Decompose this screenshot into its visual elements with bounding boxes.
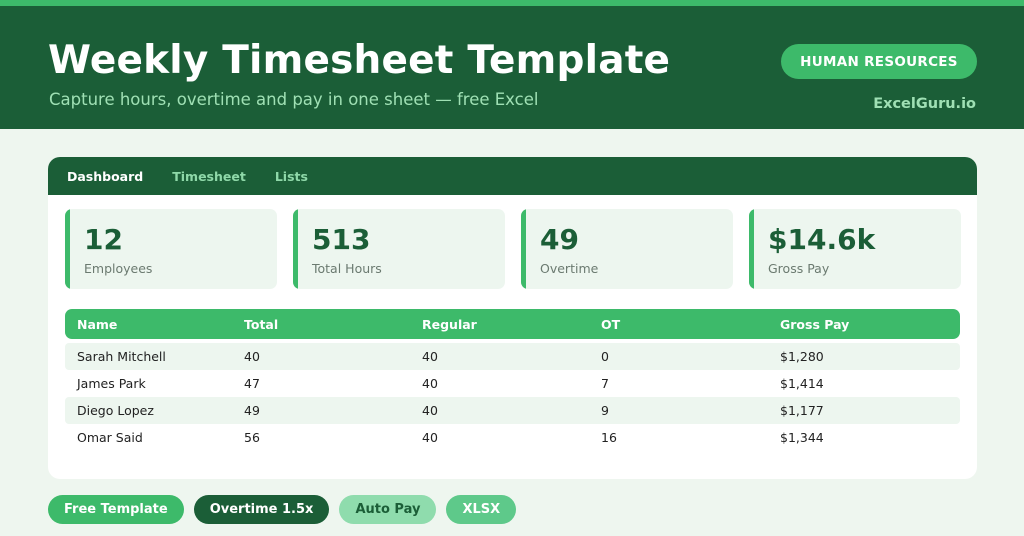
column-header-ot[interactable]: OT <box>601 317 780 332</box>
cell-name: Omar Said <box>77 430 143 445</box>
kpi-card-gross-pay: $14.6k Gross Pay <box>749 209 961 289</box>
tab-dashboard[interactable]: Dashboard <box>67 169 143 184</box>
kpi-label: Total Hours <box>312 261 382 276</box>
cell-regular: 40 <box>422 376 438 391</box>
department-badge: HUMAN RESOURCES <box>781 44 977 79</box>
kpi-label: Gross Pay <box>768 261 830 276</box>
cell-name: Diego Lopez <box>77 403 154 418</box>
cell-total: 40 <box>244 349 260 364</box>
kpi-card-overtime: 49 Overtime <box>521 209 733 289</box>
cell-name: James Park <box>77 376 146 391</box>
cell-name: Sarah Mitchell <box>77 349 166 364</box>
cell-gross-pay: $1,414 <box>780 376 824 391</box>
cell-ot: 16 <box>601 430 617 445</box>
column-header-gross-pay[interactable]: Gross Pay <box>780 317 960 332</box>
kpi-label: Overtime <box>540 261 599 276</box>
tab-lists[interactable]: Lists <box>275 169 308 184</box>
page-subtitle: Capture hours, overtime and pay in one s… <box>49 90 539 109</box>
kpi-accent-bar <box>65 209 70 289</box>
page-header: Weekly Timesheet Template Capture hours,… <box>0 6 1024 129</box>
cell-ot: 7 <box>601 376 609 391</box>
table-row[interactable]: Omar Said 56 40 16 $1,344 <box>65 424 960 451</box>
cell-gross-pay: $1,177 <box>780 403 824 418</box>
page-title: Weekly Timesheet Template <box>48 38 671 83</box>
cell-regular: 40 <box>422 349 438 364</box>
kpi-card-total-hours: 513 Total Hours <box>293 209 505 289</box>
kpi-accent-bar <box>749 209 754 289</box>
cell-total: 47 <box>244 376 260 391</box>
tag-auto-pay[interactable]: Auto Pay <box>339 495 437 524</box>
tag-row: Free Template Overtime 1.5x Auto Pay XLS… <box>48 495 526 524</box>
tag-free-template[interactable]: Free Template <box>48 495 184 524</box>
kpi-row: 12 Employees 513 Total Hours 49 Overtime… <box>65 209 961 289</box>
tag-xlsx[interactable]: XLSX <box>446 495 517 524</box>
cell-total: 49 <box>244 403 260 418</box>
cell-regular: 40 <box>422 430 438 445</box>
table-header-row: Name Total Regular OT Gross Pay <box>65 309 960 339</box>
table-row[interactable]: Diego Lopez 49 40 9 $1,177 <box>65 397 960 424</box>
column-header-total[interactable]: Total <box>244 317 422 332</box>
kpi-card-employees: 12 Employees <box>65 209 277 289</box>
column-header-regular[interactable]: Regular <box>422 317 601 332</box>
kpi-accent-bar <box>293 209 298 289</box>
kpi-value: 49 <box>540 223 579 256</box>
kpi-value: 513 <box>312 223 371 256</box>
sheet-tabs: Dashboard Timesheet Lists <box>48 157 977 195</box>
kpi-label: Employees <box>84 261 153 276</box>
tag-overtime[interactable]: Overtime 1.5x <box>193 495 330 524</box>
cell-regular: 40 <box>422 403 438 418</box>
column-header-name[interactable]: Name <box>65 317 244 332</box>
cell-total: 56 <box>244 430 260 445</box>
cell-gross-pay: $1,280 <box>780 349 824 364</box>
kpi-value: 12 <box>84 223 123 256</box>
timesheet-table: Name Total Regular OT Gross Pay Sarah Mi… <box>65 309 960 451</box>
cell-ot: 0 <box>601 349 609 364</box>
kpi-accent-bar <box>521 209 526 289</box>
cell-ot: 9 <box>601 403 609 418</box>
dashboard-card: Dashboard Timesheet Lists 12 Employees 5… <box>48 157 977 479</box>
site-name: ExcelGuru.io <box>873 96 976 112</box>
kpi-value: $14.6k <box>768 223 876 256</box>
tab-timesheet[interactable]: Timesheet <box>172 169 246 184</box>
cell-gross-pay: $1,344 <box>780 430 824 445</box>
table-row[interactable]: Sarah Mitchell 40 40 0 $1,280 <box>65 343 960 370</box>
table-row[interactable]: James Park 47 40 7 $1,414 <box>65 370 960 397</box>
